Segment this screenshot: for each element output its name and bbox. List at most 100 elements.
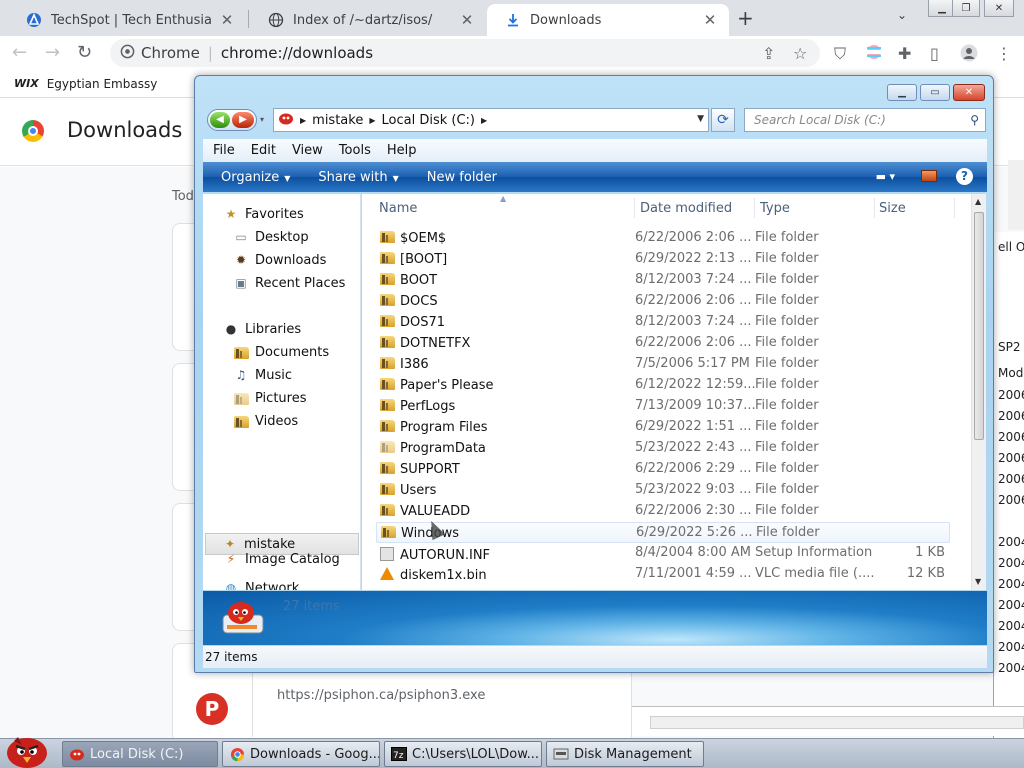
column-divider[interactable]	[954, 198, 955, 218]
tab-close-icon[interactable]: ✕	[458, 11, 476, 29]
breadcrumb-chevron-icon[interactable]: ▶	[369, 116, 375, 125]
menu-kebab-icon[interactable]: ⋮	[996, 44, 1012, 63]
file-row[interactable]: BOOT 8/12/2003 7:24 ... File folder	[376, 270, 950, 291]
menu-edit[interactable]: Edit	[251, 143, 276, 158]
reload-icon[interactable]: ↻	[77, 42, 92, 63]
menu-file[interactable]: File	[213, 143, 235, 158]
file-row[interactable]: diskem1x.bin 7/11/2001 4:59 ... VLC media …	[376, 564, 950, 585]
nav-downloads[interactable]: ✹ Downloads	[233, 252, 326, 268]
search-icon[interactable]: ⚲	[970, 109, 979, 131]
column-date-modified[interactable]: Date modified	[640, 201, 732, 216]
file-row[interactable]: AUTORUN.INF 8/4/2004 8:00 AM Setup Informa…	[376, 543, 950, 564]
forward-arrow-icon[interactable]: ▶	[232, 112, 254, 128]
file-row[interactable]: $OEM$ 6/22/2006 2:06 ... File folder	[376, 228, 950, 249]
nav-desktop[interactable]: ▭ Desktop	[233, 229, 308, 245]
nav-videos[interactable]: Videos	[233, 413, 298, 429]
taskbar-disk-management[interactable]: Disk Management	[546, 741, 704, 767]
profile-avatar-icon[interactable]	[960, 44, 978, 66]
column-size[interactable]: Size	[879, 201, 906, 216]
column-divider[interactable]	[874, 198, 875, 218]
address-bar[interactable]: Chrome | chrome://downloads	[110, 39, 820, 67]
file-row[interactable]: ProgramData 5/23/2022 2:43 ... File folder	[376, 438, 950, 459]
scrollbar-thumb[interactable]	[974, 212, 984, 440]
refresh-icon[interactable]: ⟳	[711, 108, 735, 132]
file-list-scrollbar[interactable]: ▲ ▼	[971, 194, 986, 590]
file-row[interactable]: Program Files 6/29/2022 1:51 ... File fold…	[376, 417, 950, 438]
tab-downloads[interactable]: Downloads ✕	[487, 4, 729, 36]
new-tab-plus-icon[interactable]: +	[737, 6, 754, 30]
url-text[interactable]: chrome://downloads	[221, 44, 373, 62]
menu-tools[interactable]: Tools	[339, 143, 371, 158]
side-panel-icon[interactable]: ▯	[930, 44, 939, 63]
help-icon[interactable]: ?	[956, 168, 973, 185]
nav-libraries[interactable]: ● Libraries	[223, 321, 301, 337]
column-name[interactable]: Name	[379, 201, 417, 216]
breadcrumb-chevron-icon[interactable]: ▶	[300, 116, 306, 125]
file-row[interactable]: Users 5/23/2022 9:03 ... File folder	[376, 480, 950, 501]
search-input[interactable]: Search Local Disk (C:) ⚲	[744, 108, 986, 132]
bookmark-egyptian-embassy[interactable]: Egyptian Embassy	[47, 77, 158, 91]
breadcrumb-mistake[interactable]: mistake	[312, 113, 363, 128]
back-arrow-icon[interactable]: ←	[12, 42, 27, 63]
nav-image-catalog[interactable]: ⚡ Image Catalog	[223, 551, 340, 567]
explorer-address-bar[interactable]: ▶ mistake ▶ Local Disk (C:) ▶ ▼	[273, 108, 709, 132]
breadcrumb-local-disk[interactable]: Local Disk (C:)	[382, 113, 475, 128]
taskbar-local-disk[interactable]: Local Disk (C:)	[62, 741, 218, 767]
organize-button[interactable]: Organize ▼	[221, 170, 290, 185]
tab-techspot[interactable]: TechSpot | Tech Enthusiasts, Po ✕	[8, 4, 246, 36]
new-folder-button[interactable]: New folder	[427, 170, 497, 185]
angry-bird-start-icon[interactable]	[4, 731, 50, 768]
file-row[interactable]: SUPPORT 6/22/2006 2:29 ... File folder	[376, 459, 950, 480]
file-row[interactable]: I386 7/5/2006 5:17 PM File folder	[376, 354, 950, 375]
bookmark-star-icon[interactable]: ☆	[793, 44, 807, 63]
close-icon[interactable]: ✕	[984, 0, 1014, 17]
column-type[interactable]: Type	[760, 201, 790, 216]
column-divider[interactable]	[634, 198, 635, 218]
nav-documents[interactable]: Documents	[233, 344, 329, 360]
file-row[interactable]: VALUEADD 6/22/2006 2:30 ... File folder	[376, 501, 950, 522]
extensions-puzzle-icon[interactable]: ✚	[898, 44, 911, 63]
share-icon[interactable]: ⇪	[762, 44, 775, 63]
menu-view[interactable]: View	[292, 143, 323, 158]
nav-pictures[interactable]: Pictures	[233, 390, 306, 406]
share-with-button[interactable]: Share with ▼	[318, 170, 398, 185]
nav-favorites[interactable]: ★ Favorites	[223, 206, 304, 222]
explorer-maximize-icon[interactable]: ▭	[920, 84, 950, 101]
tab-close-icon[interactable]: ✕	[218, 11, 236, 29]
explorer-minimize-icon[interactable]: ▁	[887, 84, 917, 101]
file-row[interactable]: PerfLogs 7/13/2009 10:37... File folder	[376, 396, 950, 417]
menu-help[interactable]: Help	[387, 143, 417, 158]
change-view-icon[interactable]: ▬ ▾	[876, 170, 895, 183]
tab-dartz-isos[interactable]: Index of /~dartz/isos/ ✕	[250, 4, 486, 36]
scroll-down-icon[interactable]: ▼	[975, 577, 981, 586]
explorer-close-icon[interactable]: ✕	[953, 84, 985, 101]
column-divider[interactable]	[754, 198, 755, 218]
ublock-shield-icon[interactable]: ⛉	[834, 44, 846, 64]
nav-music[interactable]: ♫ Music	[233, 367, 292, 383]
background-scrollbar[interactable]	[1008, 160, 1024, 230]
nav-network[interactable]: ◍ Network	[223, 580, 300, 591]
taskbar-7zip-window[interactable]: 7z C:\Users\LOL\Dow...	[384, 741, 542, 767]
restore-icon[interactable]: ❐	[952, 0, 980, 17]
tab-close-icon[interactable]: ✕	[701, 11, 719, 29]
file-row[interactable]: [BOOT] 6/29/2022 2:13 ... File folder	[376, 249, 950, 270]
scrollbar-track[interactable]	[650, 716, 1024, 729]
file-row[interactable]: DOS71 8/12/2003 7:24 ... File folder	[376, 312, 950, 333]
nav-recent-places[interactable]: ▣ Recent Places	[233, 275, 345, 291]
address-dropdown-icon[interactable]: ▼	[697, 114, 704, 124]
taskbar-chrome-downloads[interactable]: Downloads - Goog...	[222, 741, 380, 767]
breadcrumb-chevron-icon[interactable]: ▶	[481, 116, 487, 125]
chrome-site-icon[interactable]	[120, 44, 135, 63]
scroll-up-icon[interactable]: ▲	[975, 197, 981, 206]
preview-pane-icon[interactable]	[921, 170, 937, 182]
forward-arrow-icon[interactable]: →	[45, 42, 60, 63]
file-row[interactable]: DOTNETFX 6/22/2006 2:06 ... File folder	[376, 333, 950, 354]
file-row[interactable]: DOCS 6/22/2006 2:06 ... File folder	[376, 291, 950, 312]
back-arrow-icon[interactable]: ◀	[210, 112, 230, 128]
tab-search-chevron-icon[interactable]: ⌄	[897, 8, 907, 22]
recent-pages-chevron-icon[interactable]: ▾	[260, 115, 264, 124]
extension-flag-icon[interactable]	[866, 44, 882, 64]
file-row[interactable]: Windows 6/29/2022 5:26 ... File folder	[376, 522, 950, 543]
background-horizontal-scrollbar[interactable]	[632, 706, 1024, 736]
download-url-link[interactable]: https://psiphon.ca/psiphon3.exe	[277, 688, 485, 703]
